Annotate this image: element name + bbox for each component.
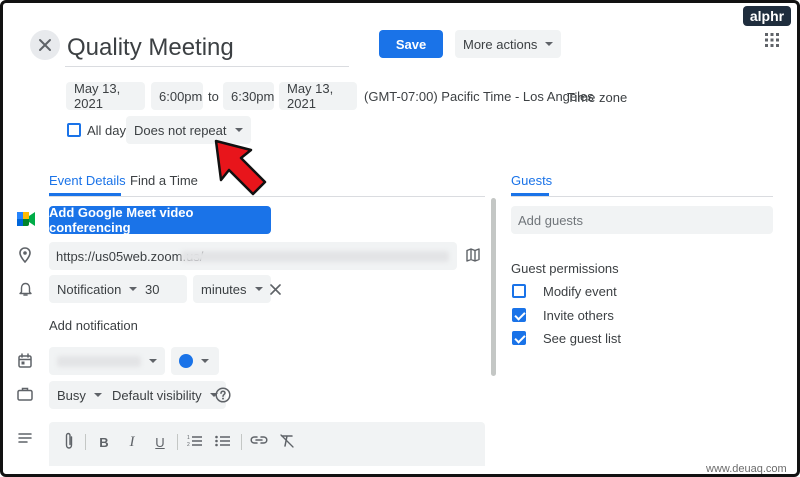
start-time-text: 6:00pm: [159, 88, 203, 104]
end-time-field[interactable]: 6:30pm: [223, 82, 274, 110]
notification-amount-input[interactable]: 30: [137, 275, 187, 303]
location-input[interactable]: https://us05web.zoom.us/: [49, 242, 457, 270]
link-icon[interactable]: [250, 435, 268, 445]
start-date-field[interactable]: May 13, 2021: [66, 81, 145, 111]
timezone-link[interactable]: Time zone: [567, 90, 627, 105]
end-date-field[interactable]: May 13, 2021: [279, 81, 357, 111]
event-title-input[interactable]: Quality Meeting: [65, 31, 349, 67]
add-meet-button[interactable]: Add Google Meet video conferencing: [49, 205, 271, 235]
notification-type-label: Notification: [57, 281, 122, 297]
to-label: to: [208, 89, 219, 104]
google-meet-icon: [17, 212, 35, 226]
more-actions-button[interactable]: More actions: [455, 30, 562, 58]
guests-divider: [511, 196, 773, 197]
add-guests-input[interactable]: Add guests: [511, 206, 773, 234]
end-time-text: 6:30pm: [231, 88, 275, 104]
location-redacted: [181, 251, 449, 262]
toolbar-separator: [241, 434, 242, 450]
chevron-down-icon: [254, 287, 263, 291]
underline-icon[interactable]: U: [149, 431, 171, 453]
tab-find-a-time[interactable]: Find a Time: [130, 173, 198, 188]
notification-unit-dropdown[interactable]: minutes: [193, 275, 271, 303]
permission-see-guest-list-checkbox[interactable]: [512, 331, 526, 345]
close-button[interactable]: [30, 30, 60, 60]
chevron-down-icon: [234, 128, 243, 132]
save-button[interactable]: Save: [379, 30, 443, 58]
briefcase-icon: [17, 387, 33, 401]
event-color-swatch: [179, 354, 193, 368]
alphr-logo-text: alphr: [749, 8, 785, 24]
chevron-down-icon: [93, 393, 102, 397]
notification-type-dropdown[interactable]: Notification: [49, 275, 146, 303]
description-lines-icon: [18, 433, 32, 443]
tabs-divider: [49, 196, 485, 197]
svg-text:1: 1: [187, 435, 190, 441]
tab-guests[interactable]: Guests: [511, 173, 552, 188]
permission-see-guest-list-label: See guest list: [543, 331, 622, 346]
location-pin-icon: [19, 247, 31, 263]
permission-modify-event-label: Modify event: [543, 284, 617, 299]
alphr-logo: alphr: [743, 6, 791, 26]
all-day-checkbox[interactable]: [67, 123, 81, 137]
add-guests-placeholder: Add guests: [518, 213, 584, 228]
calendar-icon: [18, 353, 32, 368]
timezone-label: (GMT-07:00) Pacific Time - Los Angeles: [364, 89, 594, 104]
clear-formatting-icon[interactable]: [279, 434, 295, 448]
bulleted-list-icon[interactable]: [215, 434, 231, 448]
tab-event-details[interactable]: Event Details: [49, 173, 126, 188]
permission-invite-others-label: Invite others: [543, 308, 614, 323]
busy-dropdown[interactable]: Busy: [49, 381, 110, 409]
more-actions-label: More actions: [463, 36, 538, 52]
permission-modify-event-checkbox[interactable]: [512, 284, 526, 298]
start-time-field[interactable]: 6:00pm: [151, 82, 203, 110]
remove-notification-icon[interactable]: [270, 284, 281, 295]
toolbar-separator: [85, 434, 86, 450]
calendar-select[interactable]: [49, 347, 165, 375]
save-button-label: Save: [395, 36, 427, 52]
description-toolbar: B I U 1 2: [49, 422, 485, 466]
start-date-text: May 13, 2021: [74, 81, 121, 111]
notification-amount-text: 30: [145, 281, 160, 297]
add-meet-button-label: Add Google Meet video conferencing: [49, 205, 194, 235]
guest-permissions-title: Guest permissions: [511, 261, 619, 276]
event-color-select[interactable]: [171, 347, 219, 375]
add-notification-link[interactable]: Add notification: [49, 318, 138, 333]
end-date-text: May 13, 2021: [287, 81, 334, 111]
notification-unit-label: minutes: [201, 281, 247, 297]
visibility-dropdown[interactable]: Default visibility: [104, 381, 226, 409]
svg-text:2: 2: [187, 442, 190, 448]
toolbar-separator: [177, 434, 178, 450]
bold-icon[interactable]: B: [93, 431, 115, 453]
event-editor-window: Quality Meeting Save More actions alphr …: [0, 0, 800, 477]
numbered-list-icon[interactable]: 1 2: [187, 434, 203, 448]
red-arrow-annotation: [214, 139, 267, 196]
scrollbar-thumb[interactable]: [491, 198, 496, 376]
close-icon: [39, 39, 51, 51]
watermark: www.deuaq.com: [706, 463, 787, 475]
bell-icon: [19, 282, 32, 296]
chevron-down-icon: [149, 359, 157, 363]
chevron-down-icon: [545, 42, 554, 46]
map-icon[interactable]: [466, 248, 480, 262]
visibility-dropdown-label: Default visibility: [112, 387, 202, 403]
apps-grid-icon[interactable]: [765, 33, 779, 47]
permission-invite-others-checkbox[interactable]: [512, 308, 526, 322]
busy-dropdown-label: Busy: [57, 387, 86, 403]
event-title-text: Quality Meeting: [67, 34, 234, 61]
calendar-name-redacted: [57, 355, 141, 367]
all-day-label: All day: [87, 123, 127, 138]
paperclip-icon[interactable]: [63, 432, 75, 450]
italic-icon[interactable]: I: [121, 431, 143, 453]
chevron-down-icon: [201, 359, 209, 363]
help-icon[interactable]: [215, 387, 231, 403]
